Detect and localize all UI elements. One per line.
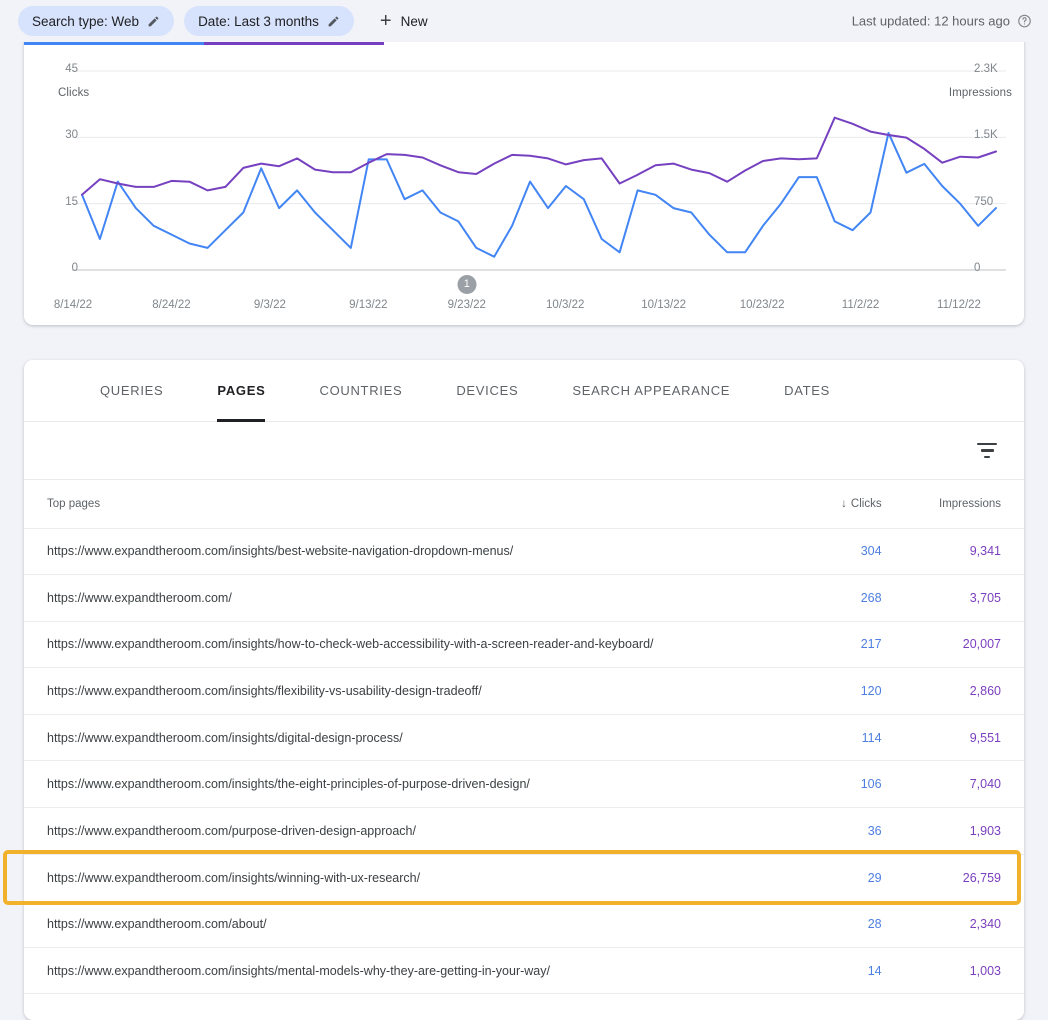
x-axis-tick: 11/2/22 xyxy=(841,299,880,311)
y-axis-tick-right: 2.3K xyxy=(974,63,998,75)
column-header-top-pages[interactable]: Top pages xyxy=(24,480,802,529)
row-clicks: 217 xyxy=(801,621,920,669)
row-clicks: 268 xyxy=(801,574,920,622)
x-axis-tick: 9/13/22 xyxy=(349,299,388,311)
new-filter-button-label: New xyxy=(400,13,428,29)
table-row[interactable]: https://www.expandtheroom.com/insights/f… xyxy=(24,667,1024,715)
dimension-table-card: QUERIES PAGES COUNTRIES DEVICES SEARCH APPEA… xyxy=(24,360,1024,1020)
row-impressions: 7,040 xyxy=(919,760,1024,809)
y-axis-tick-right: 0 xyxy=(974,262,981,274)
filter-chip-search-type-label: Search type: Web xyxy=(32,13,140,29)
row-url[interactable]: https://www.expandtheroom.com/insights/f… xyxy=(24,667,802,715)
row-impressions: 1,903 xyxy=(919,807,1024,855)
funnel-bar-mid xyxy=(980,449,994,452)
table-row[interactable]: https://www.expandtheroom.com/insights/w… xyxy=(24,854,1024,901)
tab-countries[interactable]: COUNTRIES xyxy=(319,360,402,422)
row-impressions: 2,860 xyxy=(919,667,1024,715)
dimension-tabs: QUERIES PAGES COUNTRIES DEVICES SEARCH APPEA… xyxy=(24,360,1024,422)
tab-devices[interactable]: DEVICES xyxy=(456,360,518,422)
row-clicks: 36 xyxy=(801,807,920,855)
filter-chip-date-label: Date: Last 3 months xyxy=(198,13,319,29)
table-row[interactable]: https://www.expandtheroom.com/insights/b… xyxy=(24,528,1024,576)
row-clicks: 28 xyxy=(801,900,920,948)
chart-right-axis-title: Impressions xyxy=(948,87,1012,99)
x-axis-tick: 10/3/22 xyxy=(546,299,585,311)
table-filter-row xyxy=(24,422,1024,480)
row-url[interactable]: https://www.expandtheroom.com/ xyxy=(24,574,802,622)
new-filter-button[interactable]: + New xyxy=(368,6,440,36)
funnel-bar-bottom xyxy=(984,455,990,459)
x-axis-tick: 10/23/22 xyxy=(739,299,785,311)
table-row[interactable]: https://www.expandtheroom.com/purpose-dr… xyxy=(24,807,1024,855)
table-row[interactable]: https://www.expandtheroom.com/268 3,705 xyxy=(24,574,1024,622)
row-clicks: 106 xyxy=(801,760,920,809)
performance-chart[interactable]: Clicks Impressions 0 15 30 45 0 750 1.5K 2.3K 8/… xyxy=(24,45,1024,325)
row-impressions: 1,003 xyxy=(919,947,1024,995)
row-impressions: 2,340 xyxy=(919,900,1024,948)
row-impressions: 3,705 xyxy=(919,574,1024,622)
chart-left-axis-title: Clicks xyxy=(58,87,90,99)
x-axis-tick: 9/3/22 xyxy=(253,299,286,311)
y-axis-tick-left: 45 xyxy=(65,63,78,75)
pencil-icon xyxy=(328,16,339,26)
row-url[interactable]: https://www.expandtheroom.com/about/ xyxy=(24,900,802,948)
row-url[interactable]: https://www.expandtheroom.com/insights/m… xyxy=(24,947,802,995)
row-url[interactable]: https://www.expandtheroom.com/insights/h… xyxy=(24,621,802,669)
y-axis-tick-left: 0 xyxy=(71,262,78,274)
chart-series-impressions xyxy=(81,116,997,196)
funnel-bar-top xyxy=(977,442,997,446)
y-axis-tick-right: 750 xyxy=(974,195,994,208)
filter-chip-search-type[interactable]: Search type: Web xyxy=(18,6,175,36)
row-clicks: 29 xyxy=(867,870,882,885)
column-header-clicks-label: Clicks xyxy=(850,497,882,510)
row-url[interactable]: https://www.expandtheroom.com/insights/d… xyxy=(24,714,802,762)
table-row[interactable]: https://www.expandtheroom.com/insights/m… xyxy=(24,947,1024,995)
tab-search-appearance[interactable]: SEARCH APPEARANCE xyxy=(572,360,730,422)
x-axis-tick: 8/24/22 xyxy=(152,299,191,311)
chart-annotation-marker[interactable]: 1 xyxy=(457,275,477,294)
y-axis-tick-left: 30 xyxy=(65,129,78,142)
sort-descending-icon: ↓ xyxy=(841,497,847,510)
row-clicks: 120 xyxy=(801,667,920,715)
y-axis-tick-right: 1.5K xyxy=(974,129,998,142)
table-row[interactable]: https://www.expandtheroom.com/insights/t… xyxy=(24,760,1024,809)
table-row[interactable]: https://www.expandtheroom.com/insights/d… xyxy=(24,714,1024,762)
table-row[interactable]: https://www.expandtheroom.com/about/28 2,… xyxy=(24,900,1024,948)
pages-table: Top pages ↓ Clicks Impressions https://ww… xyxy=(24,480,1024,995)
filter-funnel-icon[interactable] xyxy=(972,438,1002,464)
pencil-icon xyxy=(148,16,159,26)
x-axis-tick: 9/23/22 xyxy=(447,299,486,311)
table-row[interactable]: https://www.expandtheroom.com/insights/h… xyxy=(24,621,1024,669)
row-impressions: 20,007 xyxy=(919,621,1024,669)
x-axis-tick: 11/12/22 xyxy=(937,299,981,311)
plus-icon: + xyxy=(379,10,392,32)
row-clicks: 114 xyxy=(801,714,920,762)
tab-queries[interactable]: QUERIES xyxy=(100,360,163,422)
tab-pages[interactable]: PAGES xyxy=(217,360,266,422)
help-icon[interactable] xyxy=(1017,14,1032,29)
row-url[interactable]: https://www.expandtheroom.com/insights/b… xyxy=(24,528,802,576)
row-url[interactable]: https://www.expandtheroom.com/insights/w… xyxy=(24,854,802,901)
filter-bar: Search type: Web Date: Last 3 months + N… xyxy=(0,0,1048,42)
row-impressions: 9,341 xyxy=(919,528,1024,576)
column-header-impressions[interactable]: Impressions xyxy=(919,480,1024,529)
x-axis-tick: 8/14/22 xyxy=(53,299,93,311)
y-axis-tick-left: 15 xyxy=(65,195,78,208)
row-url[interactable]: https://www.expandtheroom.com/insights/t… xyxy=(24,760,802,809)
table-header-row: Top pages ↓ Clicks Impressions xyxy=(24,480,1024,529)
row-url[interactable]: https://www.expandtheroom.com/purpose-dr… xyxy=(24,807,802,855)
performance-chart-card: Clicks Impressions 0 15 30 45 0 750 1.5K 2.3K 8/… xyxy=(24,8,1024,325)
row-impressions: 26,759 xyxy=(962,870,1001,885)
x-axis-tick: 10/13/22 xyxy=(641,299,687,311)
row-clicks: 304 xyxy=(801,528,920,576)
filter-chip-date[interactable]: Date: Last 3 months xyxy=(184,6,354,36)
last-updated-label: Last updated: 12 hours ago xyxy=(851,13,1010,29)
row-impressions: 9,551 xyxy=(919,714,1024,762)
last-updated-status: Last updated: 12 hours ago xyxy=(852,14,1032,29)
tab-dates[interactable]: DATES xyxy=(784,360,830,422)
column-header-clicks[interactable]: ↓ Clicks xyxy=(801,480,920,529)
chart-plot-area xyxy=(72,70,1006,271)
chart-series-clicks xyxy=(81,131,997,258)
row-clicks: 14 xyxy=(801,947,920,995)
